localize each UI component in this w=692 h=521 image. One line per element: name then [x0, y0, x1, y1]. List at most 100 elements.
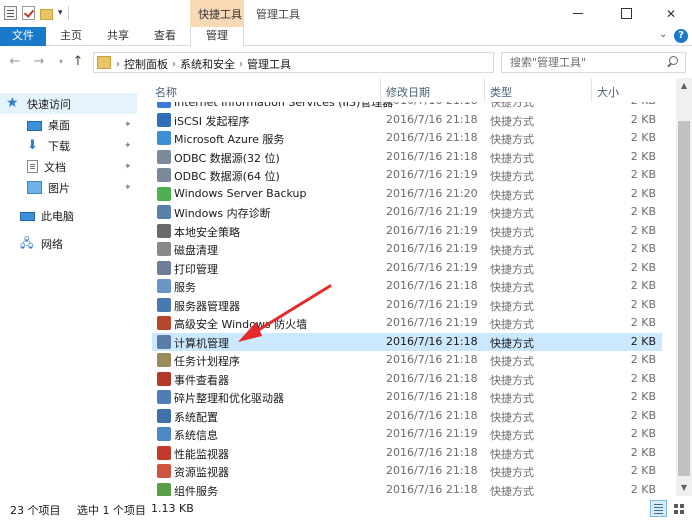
search-input[interactable] [502, 53, 662, 72]
table-row[interactable]: 碎片整理和优化驱动器 2016/7/16 21:18 快捷方式 2 KB [152, 388, 662, 406]
table-row[interactable]: 高级安全 Windows 防火墙 2016/7/16 21:19 快捷方式 2 KB [152, 314, 662, 332]
sidebar-item-this-pc[interactable]: 此电脑 [0, 205, 137, 226]
file-date: 2016/7/16 21:18 [386, 149, 478, 163]
recent-locations-chevron-icon[interactable]: ▾ [52, 53, 70, 71]
details-view-button[interactable] [650, 500, 667, 517]
table-row[interactable]: 组件服务 2016/7/16 21:18 快捷方式 2 KB [152, 481, 662, 497]
file-name: 系统配置 [174, 410, 218, 424]
shortcut-icon [157, 390, 171, 404]
column-date-header[interactable]: 修改日期 [386, 84, 430, 100]
table-row[interactable]: ODBC 数据源(64 位) 2016/7/16 21:19 快捷方式 2 KB [152, 166, 662, 184]
table-row[interactable]: Windows Server Backup 2016/7/16 21:20 快捷方式… [152, 185, 662, 203]
tab-home[interactable]: 主页 [50, 27, 92, 46]
pin-icon[interactable]: ✦ [124, 162, 132, 172]
sidebar-item-desktop[interactable]: 桌面 ✦ [0, 114, 137, 135]
scrollbar-thumb[interactable] [678, 121, 690, 476]
forward-arrow-icon[interactable]: → [30, 53, 48, 71]
pin-icon[interactable]: ✦ [124, 141, 132, 151]
shortcut-icon [157, 371, 171, 386]
expand-ribbon-chevron-icon[interactable]: ⌄ [659, 29, 667, 40]
file-date: 2016/7/16 21:18 [386, 334, 478, 348]
sidebar-item-pictures[interactable]: 图片 ✦ [0, 177, 137, 198]
tab-share[interactable]: 共享 [97, 27, 139, 46]
breadcrumb-item-admin-tools[interactable]: 管理工具 [247, 56, 291, 72]
table-row[interactable]: 打印管理 2016/7/16 21:19 快捷方式 2 KB [152, 259, 662, 277]
pictures-icon [27, 181, 42, 194]
tab-file[interactable]: 文件 [0, 27, 46, 46]
column-type-header[interactable]: 类型 [490, 84, 512, 100]
tab-view[interactable]: 查看 [143, 27, 187, 46]
pin-icon[interactable]: ✦ [124, 120, 132, 130]
column-size-header[interactable]: 大小 [597, 84, 619, 100]
star-icon: ★ [6, 95, 19, 111]
column-divider[interactable] [591, 78, 592, 102]
file-name: 服务 [174, 281, 196, 294]
scroll-down-arrow-icon[interactable]: ▼ [676, 480, 692, 496]
table-row[interactable]: 资源监视器 2016/7/16 21:18 快捷方式 2 KB [152, 462, 662, 480]
item-count: 23 个项目 [10, 504, 61, 517]
up-arrow-icon[interactable]: ↑ [69, 53, 87, 71]
file-type: 快捷方式 [490, 447, 534, 461]
sidebar-item-downloads[interactable]: ⬇ 下载 ✦ [0, 135, 137, 156]
breadcrumb-separator-icon[interactable]: › [116, 59, 120, 70]
file-size: 2 KB [630, 131, 656, 144]
column-name-header[interactable]: 名称 [155, 84, 177, 100]
file-size: 2 KB [630, 316, 656, 329]
customize-toolbar-chevron-icon[interactable]: ▾ [58, 8, 63, 18]
table-row[interactable]: 事件查看器 2016/7/16 21:18 快捷方式 2 KB [152, 370, 662, 388]
file-type: 快捷方式 [490, 410, 534, 424]
file-type: 快捷方式 [490, 429, 534, 442]
file-type: 快捷方式 [490, 299, 534, 313]
close-button[interactable] [648, 0, 692, 27]
table-row[interactable]: 计算机管理 2016/7/16 21:18 快捷方式 2 KB [152, 332, 662, 351]
sidebar-item-quick-access[interactable]: ★ 快速访问 [0, 93, 137, 114]
file-name: 组件服务 [174, 484, 218, 497]
scroll-up-arrow-icon[interactable]: ▲ [676, 78, 692, 94]
new-folder-icon[interactable] [40, 8, 53, 20]
tab-manage[interactable]: 管理 [190, 27, 244, 46]
breadcrumb-separator-icon[interactable]: › [239, 59, 243, 70]
table-row[interactable]: Microsoft Azure 服务 2016/7/16 21:18 快捷方式 2 K… [152, 129, 662, 147]
shortcut-icon [157, 168, 171, 182]
table-row[interactable]: ODBC 数据源(32 位) 2016/7/16 21:18 快捷方式 2 KB [152, 148, 662, 166]
back-arrow-icon[interactable]: ← [6, 53, 24, 71]
address-bar[interactable]: › 控制面板 › 系统和安全 › 管理工具 ▾ ↻ [93, 52, 584, 73]
column-divider[interactable] [380, 78, 381, 102]
table-row[interactable]: 任务计划程序 2016/7/16 21:18 快捷方式 2 KB [152, 351, 662, 369]
sidebar-item-network[interactable]: 🖧 网络 [0, 233, 137, 254]
table-row[interactable]: Windows 内存诊断 2016/7/16 21:19 快捷方式 2 KB [152, 203, 662, 221]
column-divider[interactable] [484, 78, 485, 102]
checkmark-icon[interactable] [22, 6, 35, 20]
shortcut-icon [157, 464, 171, 478]
table-row[interactable]: 磁盘清理 2016/7/16 21:19 快捷方式 2 KB [152, 240, 662, 258]
table-row[interactable]: 性能监视器 2016/7/16 21:18 快捷方式 2 KB [152, 444, 662, 462]
properties-icon[interactable] [4, 6, 17, 20]
help-icon[interactable]: ? [674, 29, 688, 43]
table-row[interactable]: 系统配置 2016/7/16 21:18 快捷方式 2 KB [152, 407, 662, 425]
breadcrumb-item-control-panel[interactable]: 控制面板 [124, 56, 168, 72]
minimize-button[interactable] [555, 0, 601, 27]
large-icons-view-button[interactable] [670, 500, 687, 517]
table-row[interactable]: 服务 2016/7/16 21:18 快捷方式 2 KB [152, 277, 662, 295]
breadcrumb-item-system-security[interactable]: 系统和安全 [180, 56, 235, 72]
file-list: Internet Information Services (IIS)管理器20… [146, 78, 676, 496]
file-date: 2016/7/16 21:19 [386, 205, 478, 218]
sidebar-item-documents[interactable]: 文档 ✦ [0, 156, 137, 177]
selected-count: 选中 1 个项目 [77, 504, 146, 517]
pin-icon[interactable]: ✦ [124, 183, 132, 193]
shortcut-icon [157, 297, 171, 312]
file-size: 2 KB [630, 408, 656, 422]
maximize-button[interactable] [603, 0, 649, 27]
table-row[interactable]: 系统信息 2016/7/16 21:19 快捷方式 2 KB [152, 425, 662, 443]
table-row[interactable]: 本地安全策略 2016/7/16 21:19 快捷方式 2 KB [152, 222, 662, 240]
breadcrumb-separator-icon[interactable]: › [172, 59, 176, 70]
search-icon[interactable] [666, 56, 678, 68]
table-row[interactable]: iSCSI 发起程序 2016/7/16 21:18 快捷方式 2 KB [152, 111, 662, 129]
status-bar: 23 个项目 选中 1 个项目 1.13 KB [0, 496, 692, 521]
shortcut-icon [157, 223, 171, 238]
table-row[interactable]: 服务器管理器 2016/7/16 21:19 快捷方式 2 KB [152, 296, 662, 314]
vertical-scrollbar[interactable]: ▲ ▼ [676, 78, 692, 496]
search-box[interactable] [501, 52, 686, 73]
file-size: 2 KB [630, 279, 656, 292]
file-date: 2016/7/16 21:19 [386, 223, 478, 237]
